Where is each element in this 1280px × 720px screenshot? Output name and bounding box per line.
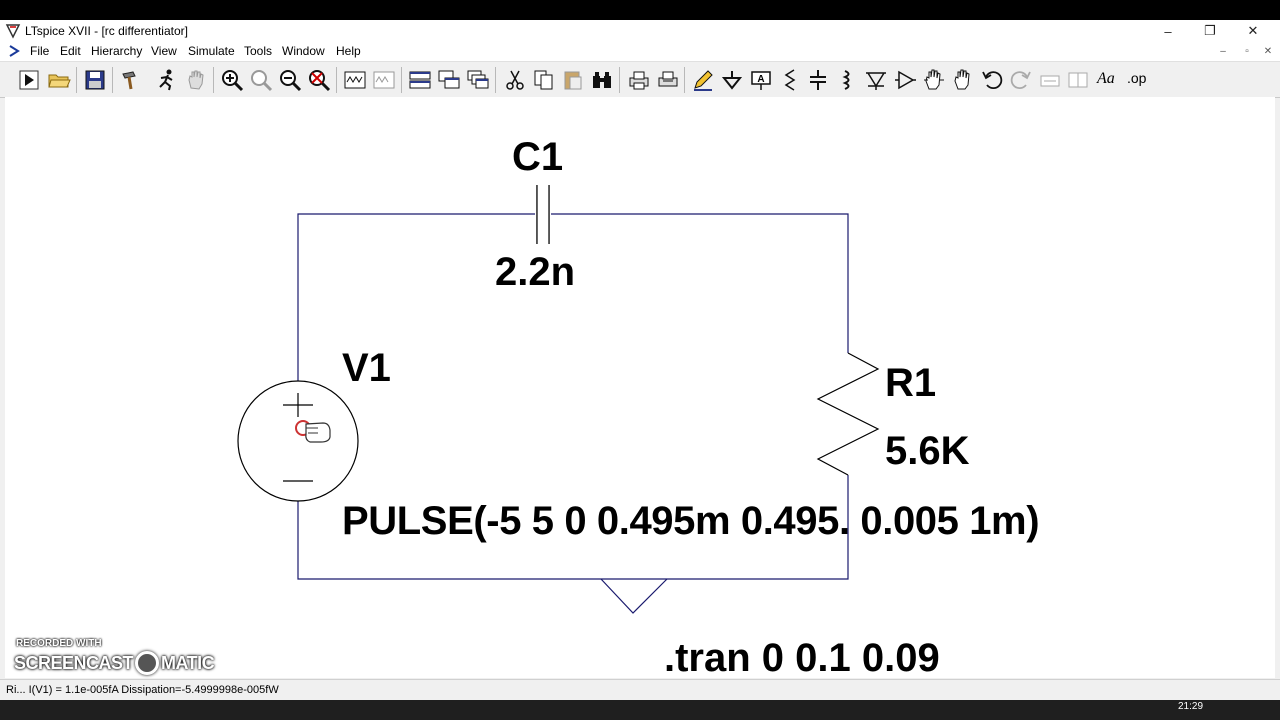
status-text: Ri... I(V1) = 1.1e-005fA Dissipation=-5.… bbox=[6, 684, 279, 696]
schematic-canvas[interactable]: C1 2.2n R1 5.6K V1 PULSE(-5 5 0 0.495m 0… bbox=[5, 97, 1275, 681]
toolbar: A Aa .op bbox=[0, 61, 1280, 98]
mdi-restore-button[interactable]: ▫ bbox=[1238, 43, 1256, 59]
c1-value-label[interactable]: 2.2n bbox=[495, 250, 575, 295]
cascade-windows-icon[interactable] bbox=[372, 68, 396, 92]
copy-icon[interactable] bbox=[532, 68, 556, 92]
record-icon bbox=[135, 651, 160, 675]
restore-button[interactable]: ❐ bbox=[1188, 20, 1232, 42]
document-icon[interactable] bbox=[7, 44, 21, 58]
mdi-close-button[interactable]: ✕ bbox=[1259, 43, 1277, 59]
save-icon[interactable] bbox=[83, 68, 107, 92]
print-setup-icon[interactable] bbox=[656, 68, 680, 92]
mdi-minimize-button[interactable]: – bbox=[1214, 43, 1232, 59]
toolbar-separator bbox=[684, 67, 685, 93]
taskbar: 21:29 bbox=[0, 700, 1280, 720]
tile-windows-icon[interactable] bbox=[343, 68, 367, 92]
title-bar: LTspice XVII - [rc differentiator] – ❐ ✕ bbox=[0, 20, 1280, 42]
halt-running-man-icon[interactable] bbox=[155, 68, 179, 92]
zoom-full-icon[interactable] bbox=[249, 68, 273, 92]
ground-symbol[interactable] bbox=[600, 578, 668, 614]
toolbar-separator bbox=[76, 67, 77, 93]
undo-icon[interactable] bbox=[980, 68, 1004, 92]
move-hand-icon[interactable] bbox=[922, 68, 946, 92]
r1-name-label[interactable]: R1 bbox=[885, 361, 936, 406]
zoom-cancel-icon[interactable] bbox=[307, 68, 331, 92]
watermark-brand-left: SCREENCAST bbox=[14, 652, 134, 673]
diode-icon[interactable] bbox=[864, 68, 888, 92]
ltspice-window: LTspice XVII - [rc differentiator] – ❐ ✕… bbox=[0, 20, 1280, 701]
zoom-out-icon[interactable] bbox=[278, 68, 302, 92]
menu-tools[interactable]: Tools bbox=[244, 44, 272, 58]
menu-file[interactable]: File bbox=[30, 44, 49, 58]
drag-hand-icon[interactable] bbox=[951, 68, 975, 92]
c1-name-label[interactable]: C1 bbox=[512, 135, 563, 180]
control-panel-hammer-icon[interactable] bbox=[119, 68, 143, 92]
v1-name-label[interactable]: V1 bbox=[342, 346, 391, 391]
menu-bar: File Edit Hierarchy View Simulate Tools … bbox=[0, 42, 1280, 61]
taskbar-clock[interactable]: 21:29 bbox=[1178, 701, 1203, 712]
open-folder-icon[interactable] bbox=[47, 68, 71, 92]
draw-wire-pencil-icon[interactable] bbox=[691, 68, 715, 92]
menu-edit[interactable]: Edit bbox=[60, 44, 81, 58]
v1-value-label[interactable]: PULSE(-5 5 0 0.495m 0.495. 0.005 1m) bbox=[342, 499, 1040, 544]
rotate-icon[interactable] bbox=[1038, 68, 1062, 92]
toolbar-separator bbox=[401, 67, 402, 93]
spice-directive-tool-icon[interactable]: .op bbox=[1127, 70, 1146, 86]
run-icon[interactable] bbox=[17, 68, 41, 92]
watermark-recorded-with: RECORDED WITH bbox=[16, 638, 102, 649]
paste-icon[interactable] bbox=[561, 68, 585, 92]
voltage-source-v1[interactable] bbox=[237, 380, 359, 502]
tile-horizontal-icon[interactable] bbox=[408, 68, 432, 92]
toolbar-separator bbox=[495, 67, 496, 93]
cut-icon[interactable] bbox=[503, 68, 527, 92]
ground-icon[interactable] bbox=[720, 68, 744, 92]
pan-hand-icon[interactable] bbox=[184, 68, 208, 92]
menu-help[interactable]: Help bbox=[336, 44, 361, 58]
watermark-logo: SCREENCAST MATIC bbox=[14, 650, 215, 676]
zoom-in-icon[interactable] bbox=[220, 68, 244, 92]
inductor-icon[interactable] bbox=[835, 68, 859, 92]
r1-value-label[interactable]: 5.6K bbox=[885, 429, 970, 474]
status-bar: Ri... I(V1) = 1.1e-005fA Dissipation=-5.… bbox=[0, 679, 1280, 701]
print-icon[interactable] bbox=[627, 68, 651, 92]
tile-vertical-icon[interactable] bbox=[437, 68, 461, 92]
component-icon[interactable] bbox=[893, 68, 917, 92]
toolbar-separator bbox=[619, 67, 620, 93]
resistor-r1[interactable] bbox=[816, 352, 880, 476]
menu-simulate[interactable]: Simulate bbox=[188, 44, 235, 58]
close-button[interactable]: ✕ bbox=[1231, 20, 1275, 42]
menu-hierarchy[interactable]: Hierarchy bbox=[91, 44, 142, 58]
capacitor-c1[interactable] bbox=[536, 185, 550, 244]
menu-window[interactable]: Window bbox=[282, 44, 325, 58]
text-tool-icon[interactable]: Aa bbox=[1097, 70, 1115, 88]
mirror-icon[interactable] bbox=[1066, 68, 1090, 92]
window-title: LTspice XVII - [rc differentiator] bbox=[25, 24, 188, 38]
ltspice-logo-icon bbox=[5, 24, 21, 39]
svg-text:A: A bbox=[757, 74, 764, 85]
schematic-drawing[interactable] bbox=[5, 97, 1275, 678]
watermark-brand-right: MATIC bbox=[161, 652, 215, 673]
toolbar-separator bbox=[336, 67, 337, 93]
minimize-button[interactable]: – bbox=[1146, 20, 1190, 42]
capacitor-icon[interactable] bbox=[806, 68, 830, 92]
tran-directive-label[interactable]: .tran 0 0.1 0.09 bbox=[664, 636, 940, 681]
toolbar-separator bbox=[112, 67, 113, 93]
cascade-icon[interactable] bbox=[466, 68, 490, 92]
toolbar-separator bbox=[213, 67, 214, 93]
find-binoculars-icon[interactable] bbox=[590, 68, 614, 92]
menu-view[interactable]: View bbox=[151, 44, 177, 58]
label-net-icon[interactable]: A bbox=[749, 68, 773, 92]
resistor-icon[interactable] bbox=[778, 68, 802, 92]
redo-icon[interactable] bbox=[1009, 68, 1033, 92]
